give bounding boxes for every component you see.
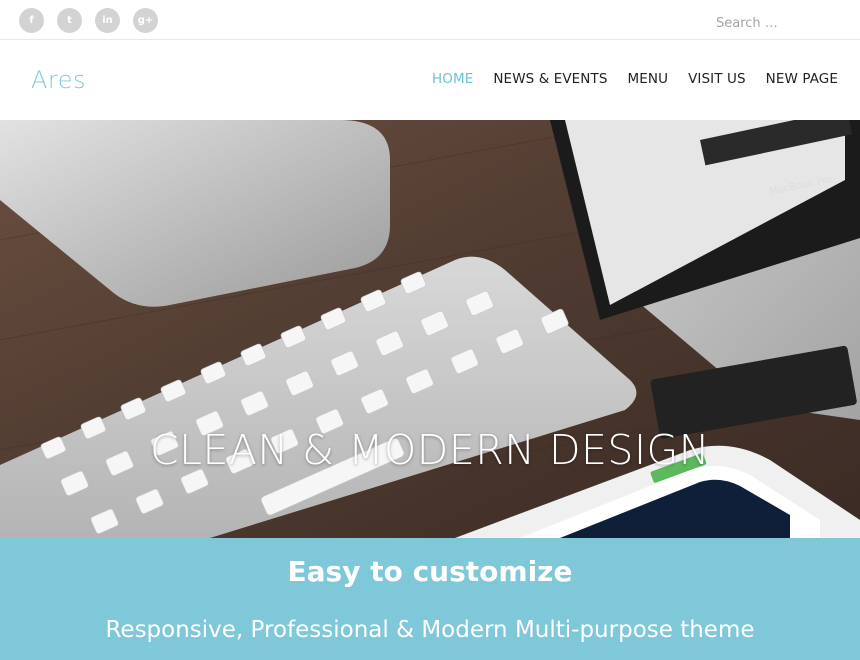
twitter-icon[interactable]: t: [57, 8, 82, 33]
feature-band: Easy to customize Responsive, Profession…: [0, 538, 860, 660]
site-header: Ares HOME NEWS & EVENTS MENU VISIT US NE…: [0, 40, 860, 120]
nav-item-new-page[interactable]: NEW PAGE: [766, 71, 838, 87]
hero-title: CLEAN & MODERN DESIGN: [150, 426, 710, 474]
linkedin-icon[interactable]: in: [95, 8, 120, 33]
hero-background-image: MacBook Pro: [0, 120, 860, 538]
nav-item-home[interactable]: HOME: [432, 71, 473, 87]
band-title: Easy to customize: [287, 555, 573, 588]
main-nav: HOME NEWS & EVENTS MENU VISIT US NEW PAG…: [432, 71, 838, 87]
band-subtitle: Responsive, Professional & Modern Multi-…: [105, 617, 755, 643]
facebook-icon[interactable]: f: [19, 8, 44, 33]
search-input[interactable]: [716, 13, 846, 33]
site-logo[interactable]: Ares: [31, 66, 86, 94]
nav-item-menu[interactable]: MENU: [628, 71, 669, 87]
social-links: f t in g+: [19, 8, 158, 33]
google-plus-icon[interactable]: g+: [133, 8, 158, 33]
top-bar: f t in g+: [0, 0, 860, 40]
nav-item-news-events[interactable]: NEWS & EVENTS: [493, 71, 607, 87]
nav-item-visit-us[interactable]: VISIT US: [688, 71, 746, 87]
hero-banner: MacBook Pro CLEAN & MODERN DESIGN: [0, 120, 860, 538]
